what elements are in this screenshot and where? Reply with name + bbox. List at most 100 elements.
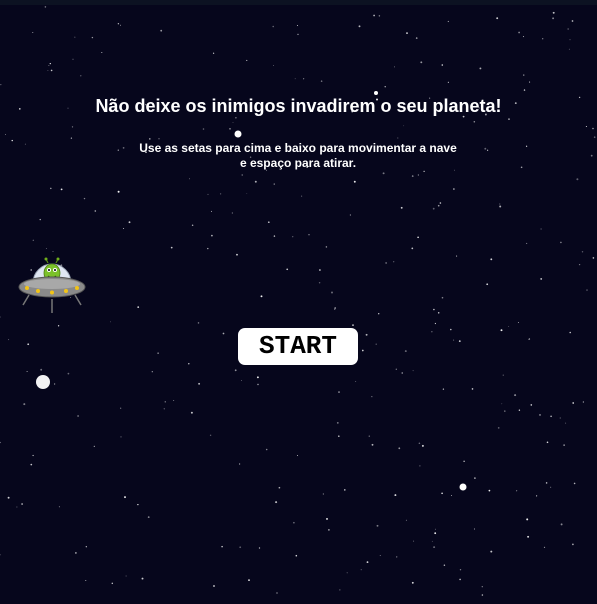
- star: [236, 253, 238, 256]
- star: [578, 263, 581, 266]
- star: [295, 554, 298, 557]
- star: [384, 86, 386, 88]
- star: [338, 391, 340, 394]
- star: [522, 36, 525, 38]
- star: [202, 128, 205, 130]
- star: [50, 69, 53, 72]
- star: [232, 122, 234, 123]
- star: [552, 11, 555, 14]
- star: [339, 589, 341, 591]
- star: [499, 205, 502, 208]
- star: [257, 383, 259, 386]
- star: [371, 443, 374, 446]
- star: [74, 36, 76, 38]
- star: [23, 403, 26, 406]
- star: [528, 338, 530, 340]
- star: [45, 248, 47, 249]
- star: [158, 138, 160, 140]
- star: [499, 203, 501, 205]
- star: [32, 239, 34, 241]
- star: [219, 193, 222, 195]
- star: [398, 447, 401, 450]
- star: [433, 546, 436, 549]
- star: [297, 455, 298, 456]
- bright-star: [234, 130, 242, 138]
- star: [358, 25, 361, 28]
- star: [441, 296, 444, 299]
- star: [434, 528, 436, 530]
- star: [21, 503, 24, 505]
- star: [352, 324, 354, 326]
- star: [523, 89, 526, 91]
- star: [560, 523, 563, 526]
- start-button[interactable]: START: [238, 328, 358, 365]
- star: [239, 546, 242, 549]
- star: [540, 228, 542, 230]
- star: [85, 580, 87, 581]
- star: [514, 394, 517, 397]
- star: [320, 80, 323, 82]
- star: [355, 381, 357, 382]
- star: [149, 138, 151, 140]
- star: [117, 23, 120, 25]
- star: [542, 38, 544, 40]
- star: [338, 435, 340, 438]
- star: [238, 463, 241, 465]
- star: [71, 126, 74, 128]
- star: [572, 402, 575, 404]
- star: [565, 422, 567, 424]
- star: [508, 118, 510, 120]
- star: [471, 388, 474, 390]
- star: [72, 58, 74, 60]
- star: [267, 221, 270, 224]
- instructions-line-2: e espaço para atirar.: [239, 156, 357, 170]
- star: [4, 134, 6, 136]
- star: [70, 137, 73, 139]
- star: [301, 195, 303, 197]
- star: [207, 193, 209, 195]
- star: [474, 477, 476, 479]
- star: [327, 528, 330, 531]
- star: [93, 445, 95, 447]
- star: [229, 128, 231, 130]
- star: [101, 51, 103, 54]
- star: [27, 343, 30, 346]
- star: [545, 482, 548, 484]
- star: [209, 434, 212, 436]
- star: [85, 546, 87, 548]
- star: [273, 183, 275, 185]
- star: [571, 20, 574, 22]
- star: [254, 180, 257, 183]
- star: [344, 489, 346, 491]
- star: [559, 417, 561, 419]
- star: [525, 145, 528, 147]
- star: [550, 486, 552, 488]
- star: [190, 411, 193, 414]
- star: [49, 62, 51, 65]
- star: [272, 25, 275, 28]
- star: [0, 83, 2, 86]
- star: [401, 372, 403, 374]
- star: [303, 78, 305, 80]
- star: [160, 29, 163, 32]
- star: [260, 295, 263, 298]
- star: [412, 370, 414, 372]
- star: [508, 326, 510, 327]
- star: [434, 322, 436, 325]
- star: [490, 258, 493, 261]
- star: [120, 436, 122, 438]
- star: [413, 540, 415, 542]
- star: [198, 382, 201, 385]
- star: [294, 78, 296, 80]
- star: [481, 586, 483, 588]
- star: [318, 282, 321, 284]
- star: [473, 121, 476, 123]
- star: [308, 234, 310, 236]
- star: [490, 550, 493, 553]
- star: [137, 306, 140, 308]
- page-title: Não deixe os inimigos invadirem o seu pl…: [95, 96, 502, 116]
- star: [590, 154, 593, 157]
- star: [397, 137, 399, 139]
- star: [278, 486, 281, 489]
- game-screen: Não deixe os inimigos invadirem o seu pl…: [0, 0, 597, 604]
